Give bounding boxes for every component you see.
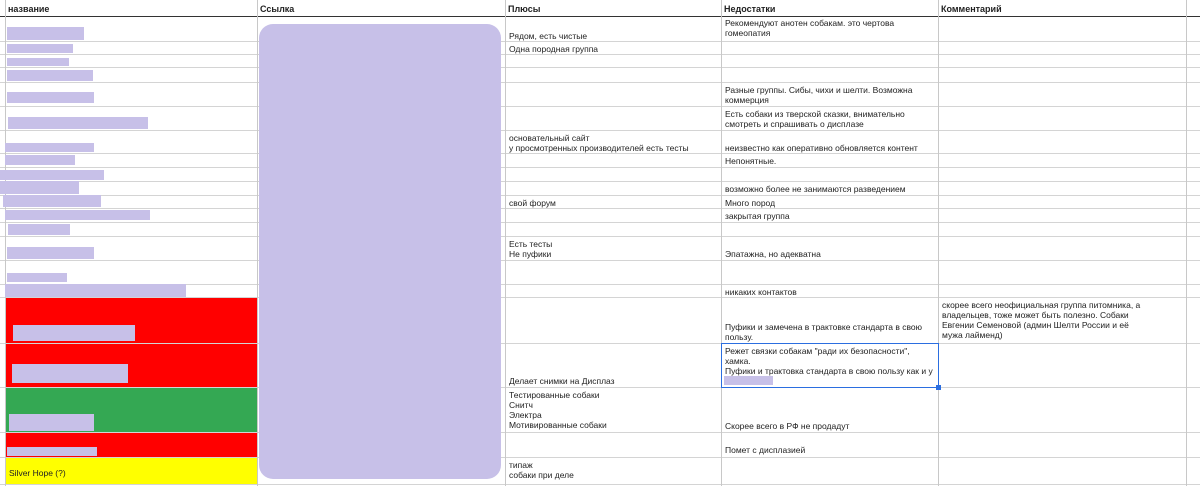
cell-cons[interactable]: неизвестно как оперативно обновляется ко… bbox=[722, 143, 938, 153]
redacted-name bbox=[7, 247, 94, 259]
cell-name[interactable]: Silver Hope (?) bbox=[6, 468, 257, 478]
cell-pros[interactable]: Одна породная группа bbox=[506, 44, 721, 54]
cell-cons[interactable]: никаких контактов bbox=[722, 287, 938, 297]
cell-cons[interactable]: Разные группы. Сибы, чихи и шелти. Возмо… bbox=[722, 85, 938, 105]
cell-cons[interactable]: Помет с дисплазией bbox=[722, 445, 938, 455]
redacted-name bbox=[7, 27, 84, 40]
redacted-name bbox=[5, 143, 94, 152]
cell-pros[interactable]: основательный сайт у просмотренных произ… bbox=[506, 133, 721, 153]
redacted-name bbox=[7, 58, 69, 66]
redacted-name bbox=[9, 414, 94, 431]
header-cons[interactable]: Недостатки bbox=[721, 0, 938, 16]
cell-pros[interactable]: Делает снимки на Дисплаз bbox=[506, 376, 721, 386]
cell-pros[interactable]: Рядом, есть чистые bbox=[506, 31, 721, 41]
redacted-name bbox=[7, 92, 94, 103]
cell-cons[interactable]: Рекомендуют анотен собакам. это чертова … bbox=[722, 18, 938, 38]
redacted-name bbox=[5, 284, 186, 297]
redacted-name bbox=[7, 447, 97, 456]
cell-cons[interactable]: закрытая группа bbox=[722, 211, 938, 221]
redacted-name bbox=[0, 181, 79, 194]
redacted-name bbox=[8, 117, 148, 129]
cell-pros[interactable]: Есть тесты Не пуфики bbox=[506, 239, 721, 259]
redacted-name bbox=[7, 70, 93, 81]
redacted-name bbox=[5, 210, 150, 220]
redacted-name bbox=[7, 273, 67, 282]
header-link[interactable]: Ссылка bbox=[257, 0, 505, 16]
fill-handle[interactable] bbox=[936, 385, 941, 390]
redacted-name bbox=[5, 155, 75, 165]
redacted-name bbox=[3, 195, 101, 207]
cell-pros[interactable]: Тестированные собаки Снитч Электра Мотив… bbox=[506, 390, 721, 430]
cell-cons[interactable]: возможно более не занимаются разведением bbox=[722, 184, 938, 194]
cell-cons[interactable]: Пуфики и замечена в трактовке стандарта … bbox=[722, 322, 938, 342]
cell-cons[interactable]: Эпатажна, но адекватна bbox=[722, 249, 938, 259]
header-pros[interactable]: Плюсы bbox=[505, 0, 721, 16]
cell-cons[interactable]: Непонятные. bbox=[722, 156, 938, 166]
header-comment[interactable]: Комментарий bbox=[938, 0, 1186, 16]
cell-pros[interactable]: типаж собаки при деле bbox=[506, 460, 721, 480]
redacted-name bbox=[7, 44, 73, 53]
cell-selection-outline bbox=[721, 343, 939, 388]
cell-comment[interactable]: скорее всего неофициальная группа питомн… bbox=[939, 300, 1186, 340]
redacted-name bbox=[8, 224, 70, 235]
header-name[interactable]: название bbox=[5, 0, 257, 16]
redacted-name bbox=[12, 364, 128, 383]
cell-pros[interactable]: свой форум bbox=[506, 198, 721, 208]
spreadsheet-grid: название Ссылка Плюсы Недостатки Коммент… bbox=[0, 0, 1200, 486]
cell-cons[interactable]: Скорее всего в РФ не продадут bbox=[722, 421, 938, 431]
cell-cons[interactable]: Есть собаки из тверской сказки, внимател… bbox=[722, 109, 938, 129]
redacted-name bbox=[0, 170, 104, 180]
cell-cons[interactable]: Много пород bbox=[722, 198, 938, 208]
redacted-name bbox=[13, 325, 135, 341]
redacted-links bbox=[259, 24, 501, 479]
